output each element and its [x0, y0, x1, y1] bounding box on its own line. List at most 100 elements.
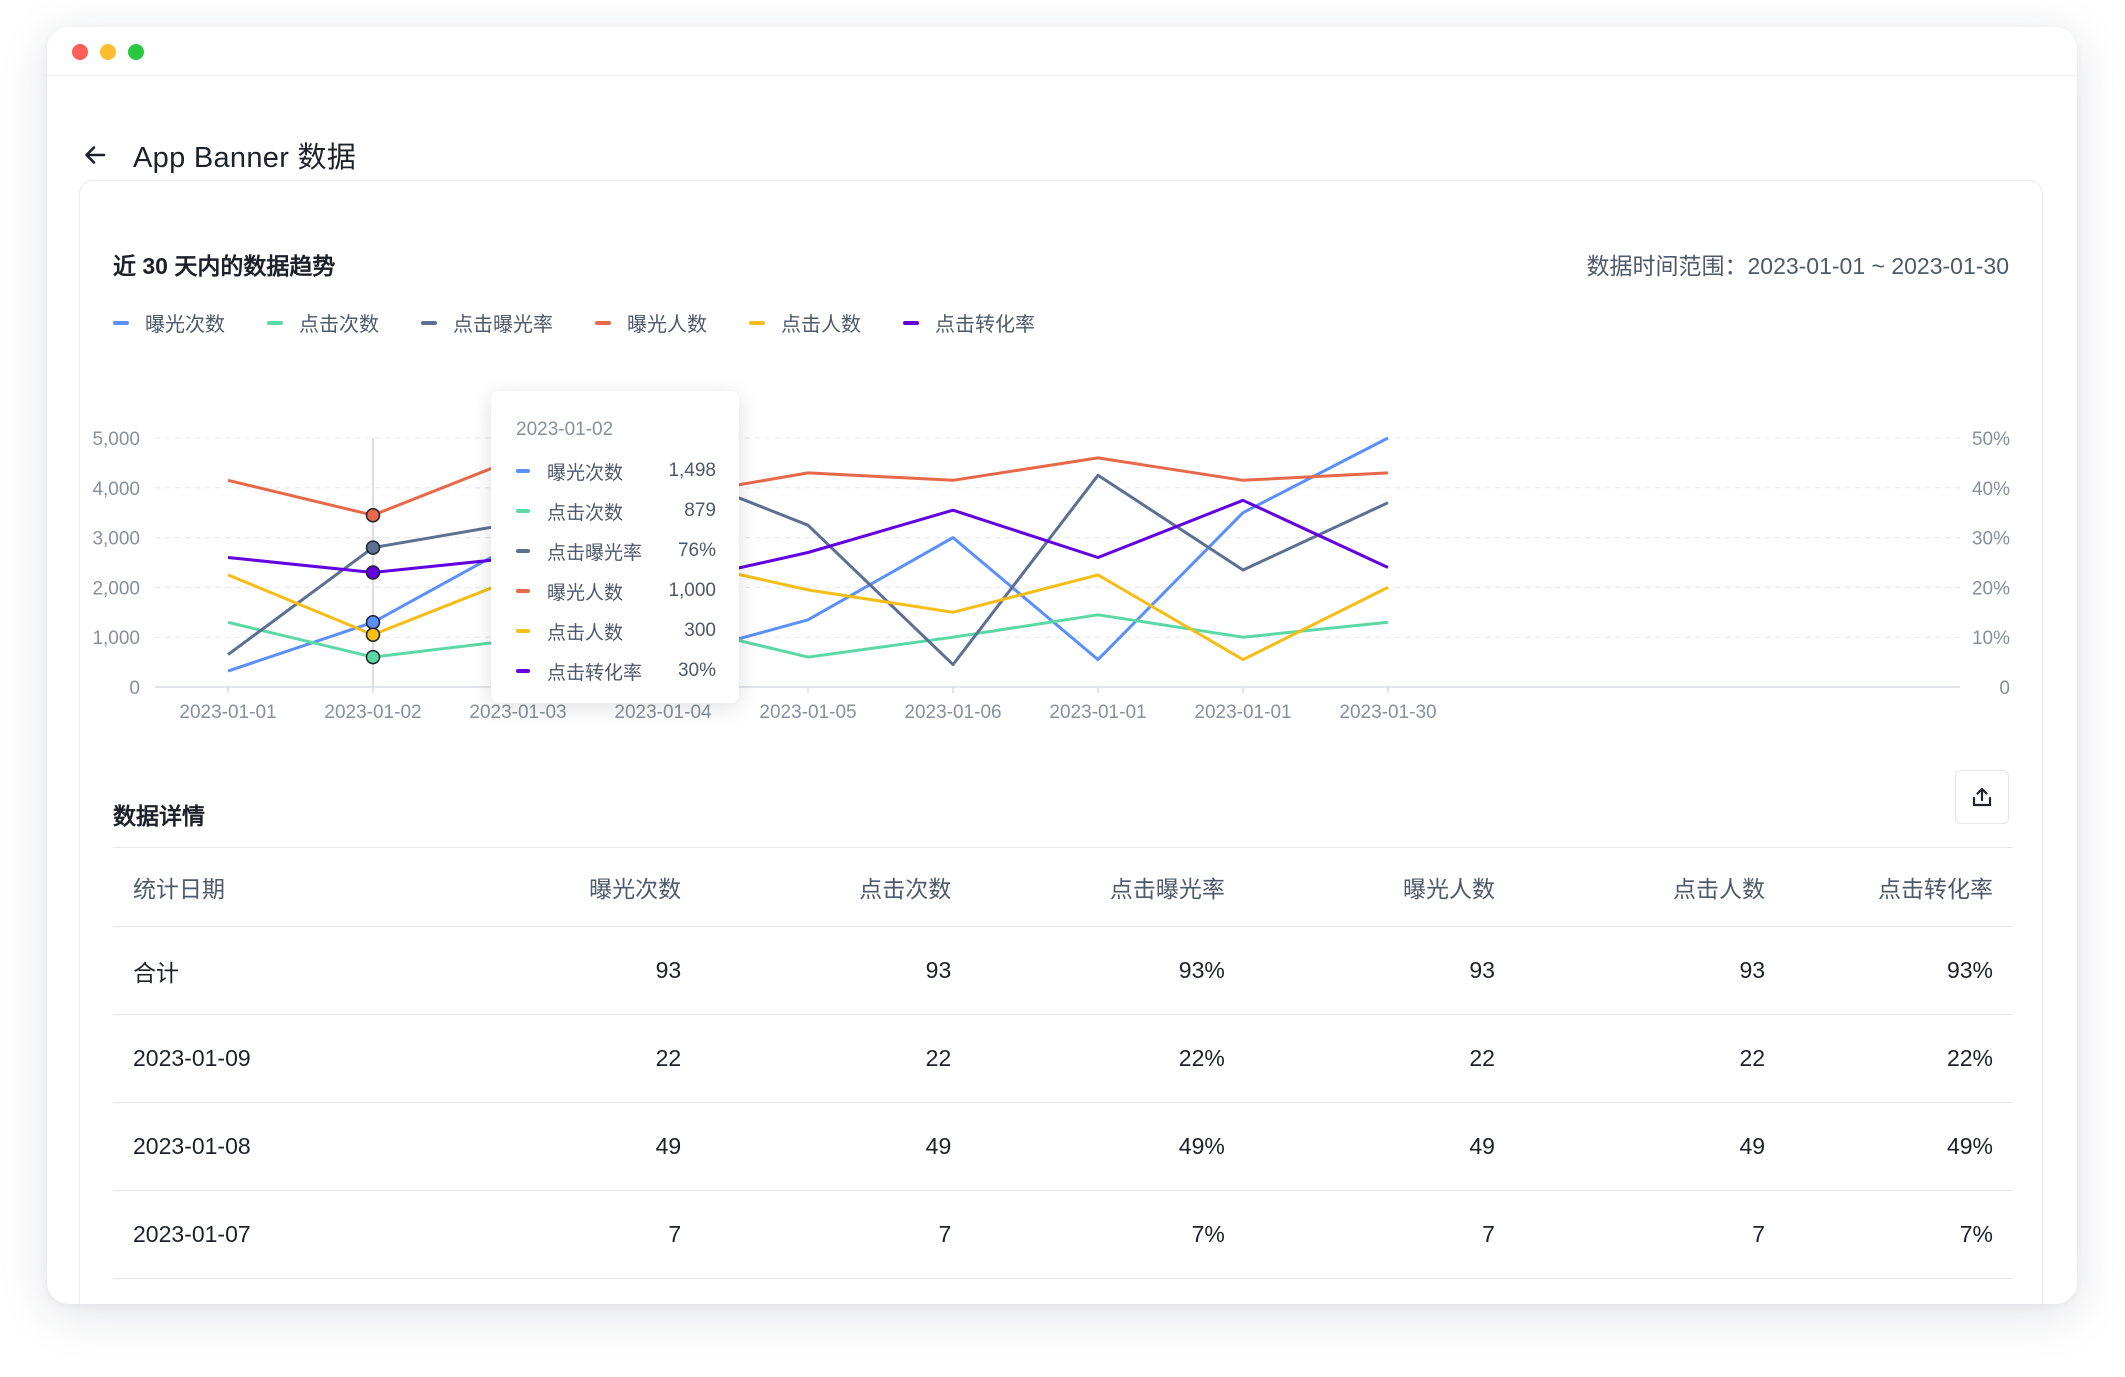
legend-label: 点击转化率	[935, 314, 1035, 336]
tooltip-row: 曝光人数 1,000	[516, 578, 716, 604]
tooltip-swatch	[516, 629, 530, 633]
table-cell: 22%	[1785, 1014, 2013, 1103]
x-axis-tick-label: 2023-01-01	[1049, 702, 1146, 723]
legend-swatch	[421, 320, 437, 325]
table-cell: 合计	[113, 926, 454, 1015]
minimize-window-button[interactable]	[100, 44, 116, 60]
table-row: 合计 93 93 93% 93 93 93%	[113, 926, 2013, 1015]
column-header[interactable]: 曝光人数	[1244, 847, 1515, 927]
tooltip-series-name: 点击转化率	[547, 662, 643, 684]
highlight-point	[365, 627, 381, 642]
table-cell: 7	[701, 1190, 972, 1279]
details-table-head: 统计日期 曝光次数 点击次数 点击曝光率 曝光人数 点击人数 点击转化率	[113, 847, 2013, 927]
chart-title: 近 30 天内的数据趋势	[113, 253, 336, 279]
table-cell: 49%	[1785, 1102, 2013, 1191]
column-header[interactable]: 点击曝光率	[971, 847, 1245, 927]
table-cell: 7	[1514, 1190, 1786, 1279]
legend-item[interactable]: 曝光人数	[595, 308, 707, 337]
tooltip-series-name: 曝光次数	[547, 462, 624, 484]
table-cell: 93	[453, 926, 702, 1015]
tooltip-row: 点击曝光率 76%	[516, 538, 716, 564]
tooltip-series-value: 30%	[677, 660, 716, 681]
table-cell: 7%	[971, 1190, 1245, 1279]
trend-line-chart: 0 0 1,000 10% 2,000 20% 3,000 30% 4,000 40% 5,000 5…	[92, 429, 2010, 723]
tooltip-swatch	[516, 669, 530, 673]
x-axis-tick-label: 2023-01-01	[1194, 702, 1291, 723]
y-axis-tick-label: 2,000	[92, 578, 140, 599]
legend-item[interactable]: 点击次数	[267, 308, 379, 337]
table-cell: 7	[453, 1190, 702, 1279]
legend-swatch	[113, 320, 129, 325]
tooltip-series-value: 879	[684, 500, 716, 521]
table-cell: 49	[1514, 1102, 1786, 1191]
column-header[interactable]: 点击次数	[701, 847, 972, 927]
window-titlebar	[47, 27, 2077, 76]
tooltip-row: 点击次数 879	[516, 498, 716, 524]
maximize-window-button[interactable]	[128, 44, 144, 60]
column-header[interactable]: 点击转化率	[1785, 847, 2013, 927]
table-cell: 7%	[1785, 1190, 2013, 1279]
table-cell: 49	[453, 1102, 702, 1191]
arrow-left-icon	[85, 146, 106, 164]
legend-item[interactable]: 点击转化率	[903, 308, 1035, 337]
highlight-point	[365, 649, 381, 665]
series-line	[227, 456, 1389, 517]
table-cell: 49	[701, 1102, 972, 1191]
tooltip-series-name: 点击人数	[547, 622, 624, 644]
table-cell: 93	[1244, 926, 1515, 1015]
legend-swatch	[267, 320, 283, 325]
tooltip-row: 点击人数 300	[516, 618, 716, 644]
chart-legend: 曝光次数 点击次数 点击曝光率 曝光人数 点击人数 点击转化率	[113, 308, 1035, 337]
y2-axis-tick-label: 50%	[1972, 429, 2010, 450]
x-axis-tick-label: 2023-01-01	[179, 702, 276, 723]
x-axis-tick-label: 2023-01-02	[324, 702, 421, 723]
y2-axis-tick-label: 0	[1999, 678, 2010, 699]
chart-tooltip: 2023-01-02 曝光次数 1,498 点击次数 879 点击曝光率 76% 曝光人数 1…	[491, 391, 739, 703]
column-header[interactable]: 统计日期	[113, 847, 454, 927]
column-header[interactable]: 点击人数	[1514, 847, 1786, 927]
table-cell: 7	[1244, 1190, 1515, 1279]
y-axis-tick-label: 4,000	[92, 479, 140, 500]
tooltip-row: 曝光次数 1,498	[516, 458, 716, 484]
table-row: 2023-01-07 7 7 7% 7 7 7%	[113, 1190, 2013, 1279]
series-line	[227, 556, 1389, 662]
tooltip-swatch	[516, 469, 530, 473]
table-cell: 2023-01-07	[113, 1190, 454, 1279]
back-button[interactable]	[77, 137, 113, 173]
y-axis-tick-label: 3,000	[92, 529, 140, 550]
legend-label: 点击次数	[299, 314, 379, 336]
y-axis-tick-label: 0	[129, 678, 140, 699]
legend-label: 曝光次数	[145, 314, 225, 336]
page-header: App Banner 数据	[77, 132, 356, 178]
details-title: 数据详情	[113, 803, 205, 829]
table-header-row: 统计日期 曝光次数 点击次数 点击曝光率 曝光人数 点击人数 点击转化率	[113, 847, 2013, 927]
legend-swatch	[595, 320, 611, 325]
highlight-point	[365, 507, 381, 523]
date-range-label: 数据时间范围：	[1586, 253, 1748, 279]
table-cell: 2023-01-08	[113, 1102, 454, 1191]
date-range-value: 2023-01-01 ~ 2023-01-30	[1747, 253, 2009, 279]
x-axis-tick-label: 2023-01-05	[759, 702, 856, 723]
column-header[interactable]: 曝光次数	[453, 847, 702, 927]
y2-axis-tick-label: 30%	[1972, 529, 2010, 550]
legend-label: 点击曝光率	[453, 314, 553, 336]
close-window-button[interactable]	[72, 44, 88, 60]
date-range: 数据时间范围：2023-01-01 ~ 2023-01-30	[1586, 247, 2009, 281]
tooltip-series-name: 点击次数	[547, 502, 624, 524]
table-cell: 2023-01-09	[113, 1014, 454, 1103]
x-axis-tick-label: 2023-01-04	[614, 702, 712, 723]
legend-item[interactable]: 曝光次数	[113, 308, 225, 337]
y-axis-tick-label: 5,000	[92, 429, 140, 450]
tooltip-series-value: 1,498	[668, 460, 716, 481]
tooltip-swatch	[516, 589, 530, 593]
legend-item[interactable]: 点击人数	[749, 308, 861, 337]
x-axis-tick-label: 2023-01-06	[904, 702, 1001, 723]
table-cell: 49%	[971, 1102, 1245, 1191]
legend-item[interactable]: 点击曝光率	[421, 308, 553, 337]
export-button[interactable]	[1955, 770, 2009, 824]
table-cell: 22	[1514, 1014, 1786, 1103]
table-cell: 93	[1514, 926, 1786, 1015]
details-table-body: 合计 93 93 93% 93 93 93% 2023-01-09 22 22 22% 22 22 22%…	[113, 926, 2013, 1279]
table-row: 2023-01-08 49 49 49% 49 49 49%	[113, 1102, 2013, 1191]
table-cell: 22	[453, 1014, 702, 1103]
